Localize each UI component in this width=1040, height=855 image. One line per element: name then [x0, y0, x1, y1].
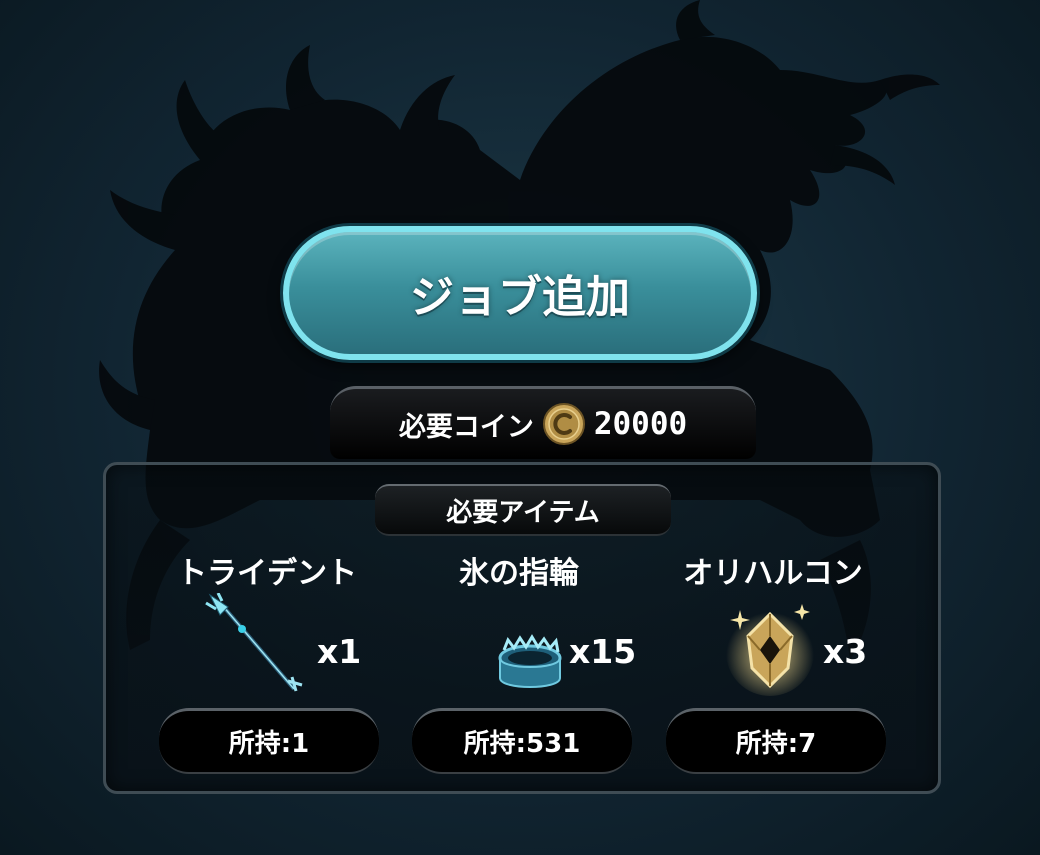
item-name: 氷の指輪	[459, 556, 579, 591]
owned-count-badge: 所持:531	[412, 708, 632, 774]
item-quantity: x1	[317, 632, 362, 671]
item-quantity: x3	[823, 632, 868, 671]
required-coins-label: 必要コイン	[398, 411, 534, 443]
item-name: トライデント	[177, 556, 357, 591]
item-orichalcum: オリハルコン x3 所持:7	[633, 548, 913, 783]
add-job-button-label: ジョブ追加	[410, 272, 630, 323]
required-coins-plate: 必要コイン 20000	[330, 386, 756, 459]
coin-c-icon	[542, 403, 585, 445]
add-job-button[interactable]: ジョブ追加	[283, 226, 757, 360]
owned-count-badge: 所持:7	[666, 708, 886, 774]
item-name: オリハルコン	[683, 556, 863, 591]
item-trident: トライデント x1 所持:1	[127, 548, 407, 783]
required-coins-amount: 20000	[593, 406, 688, 442]
trident-icon	[205, 593, 303, 692]
item-quantity: x15	[569, 632, 637, 671]
required-items-title: 必要アイテム	[375, 484, 671, 536]
orichalcum-crystal-icon	[726, 604, 814, 696]
item-ice-ring: 氷の指輪 x15 所持:531	[379, 548, 659, 783]
owned-count-badge: 所持:1	[159, 708, 379, 774]
